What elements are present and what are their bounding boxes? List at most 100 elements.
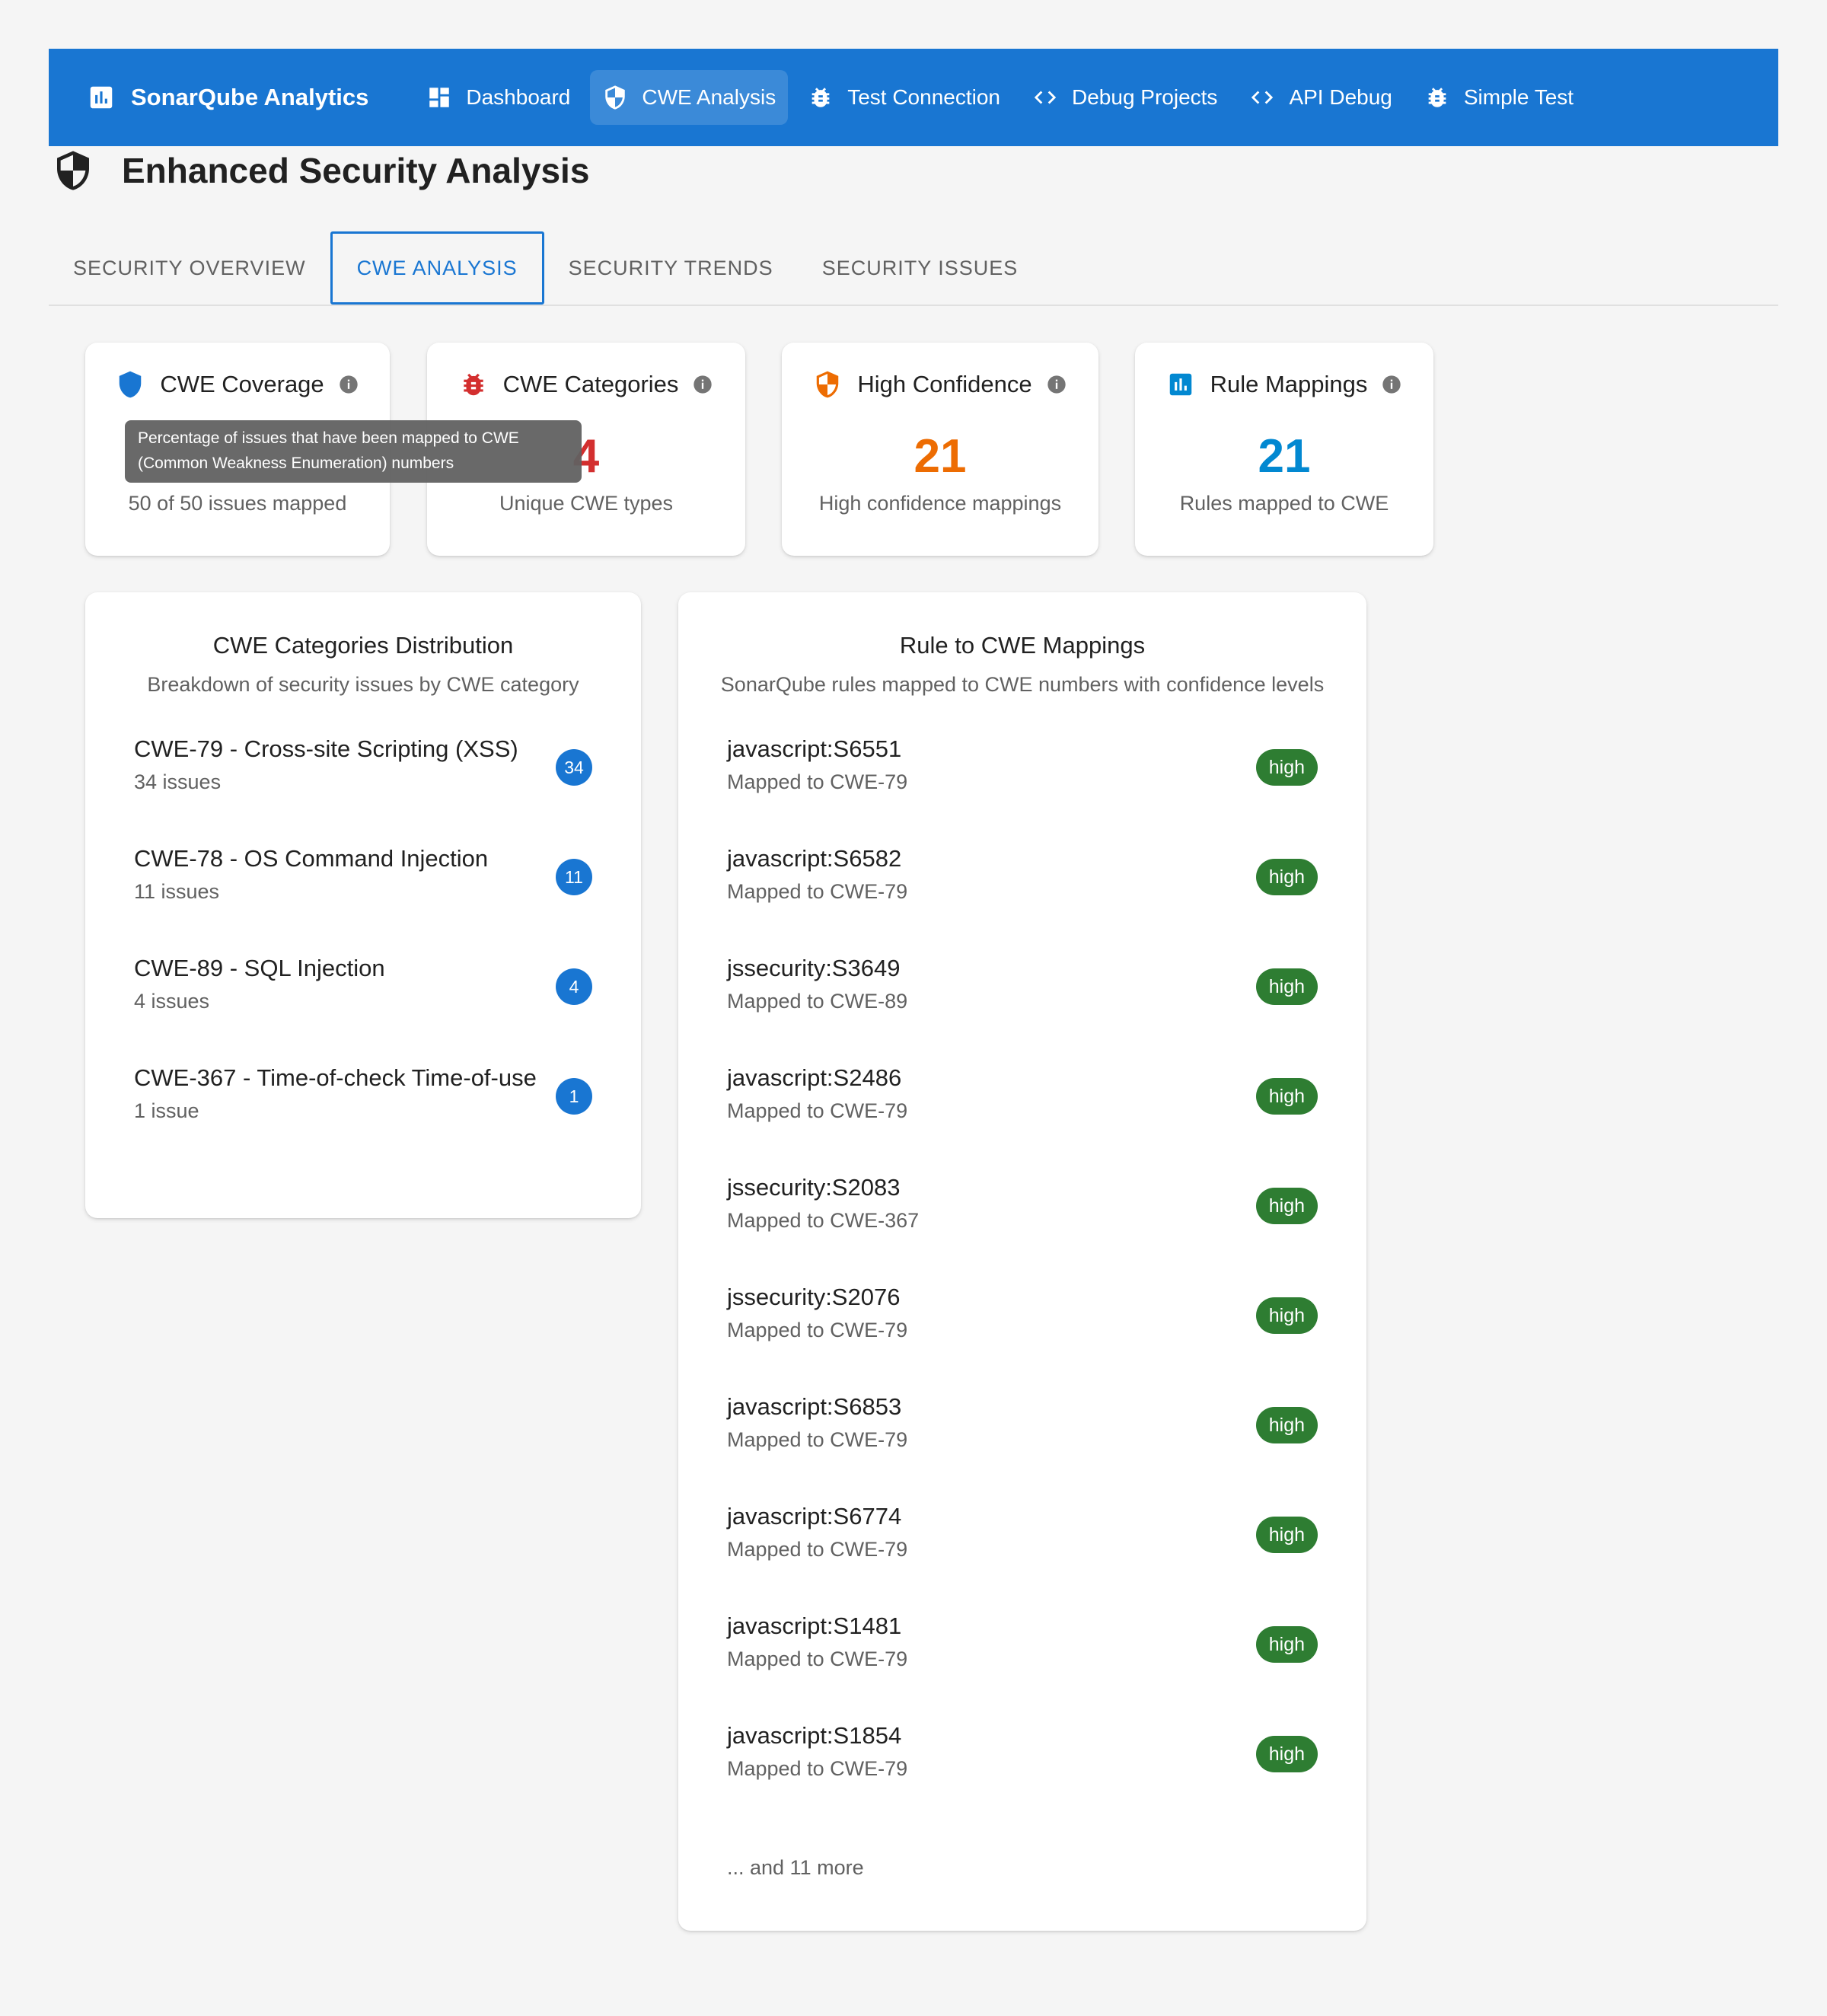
code-icon [1251,91,1274,104]
cwe-mapping: Mapped to CWE-89 [727,990,908,1013]
list-item[interactable]: jssecurity:S2076 Mapped to CWE-79 high [678,1284,1366,1393]
main-nav: Dashboard CWE Analysis Test Connection D… [414,70,1593,125]
nav-dashboard[interactable]: Dashboard [414,70,582,125]
tooltip-line: (Common Weakness Enumeration) numbers [138,455,454,472]
nav-simple-test[interactable]: Simple Test [1412,70,1586,125]
tab-security-issues[interactable]: SECURITY ISSUES [798,231,1043,305]
list-item[interactable]: jssecurity:S3649 Mapped to CWE-89 high [678,955,1366,1064]
list-item[interactable]: javascript:S6551 Mapped to CWE-79 high [678,735,1366,845]
cwe-mapping: Mapped to CWE-79 [727,1099,908,1122]
count-badge: 4 [556,968,592,1005]
panel-title: Rule to CWE Mappings [899,632,1146,659]
info-icon[interactable] [1381,374,1402,395]
confidence-chip: high [1255,859,1318,895]
nav-label: Test Connection [847,85,1000,109]
list-item[interactable]: CWE-367 - Time-of-check Time-of-use 1 is… [85,1064,641,1174]
cwe-name: CWE-78 - OS Command Injection [134,845,489,872]
cwe-mapping: Mapped to CWE-79 [727,880,908,903]
card-subtitle: High confidence mappings [818,492,1062,515]
shield-icon [605,85,626,110]
confidence-chip: high [1255,1626,1318,1663]
rule-key: javascript:S6582 [727,845,902,872]
tab-cwe-analysis[interactable]: CWE ANALYSIS [330,231,544,305]
info-icon[interactable] [338,374,359,395]
list-item[interactable]: CWE-79 - Cross-site Scripting (XSS) 34 i… [85,735,641,845]
rule-key: javascript:S1481 [727,1612,902,1639]
cwe-mapping: Mapped to CWE-79 [727,770,908,793]
brand[interactable]: SonarQube Analytics [87,83,368,112]
rule-key: javascript:S1854 [727,1722,902,1749]
nav-test-connection[interactable]: Test Connection [796,70,1012,125]
nav-api-debug[interactable]: API Debug [1237,70,1404,125]
panel-subtitle: Breakdown of security issues by CWE cate… [147,673,579,696]
card-title: CWE Categories [502,371,679,397]
nav-debug-projects[interactable]: Debug Projects [1020,70,1229,125]
cwe-name: CWE-367 - Time-of-check Time-of-use [134,1064,537,1091]
cwe-count: 11 issues [134,880,220,903]
card-header: CWE Categories [427,370,745,399]
rule-key: javascript:S6774 [727,1503,902,1530]
list-item[interactable]: javascript:S6774 Mapped to CWE-79 high [678,1503,1366,1612]
brand-title: SonarQube Analytics [131,84,369,110]
bug-icon [811,88,830,107]
confidence-chip: high [1255,1736,1318,1772]
list-item[interactable]: CWE-78 - OS Command Injection 11 issues … [85,845,641,955]
card-header: High Confidence [782,370,1098,399]
rule-key: javascript:S6853 [727,1393,902,1420]
cwe-name: CWE-89 - SQL Injection [134,955,385,981]
tab-bar: SECURITY OVERVIEW CWE ANALYSIS SECURITY … [49,231,1778,306]
list-item[interactable]: javascript:S1481 Mapped to CWE-79 high [678,1612,1366,1722]
cwe-mapping: Mapped to CWE-79 [727,1538,908,1561]
rule-key: javascript:S6551 [727,735,902,762]
count-badge: 1 [556,1078,592,1115]
cwe-distribution-panel: CWE Categories Distribution Breakdown of… [85,592,641,1218]
card-value: 21 [914,430,967,483]
rule-key: jssecurity:S2083 [727,1174,901,1201]
tooltip-line: Percentage of issues that have been mapp… [138,429,519,447]
card-header: Rule Mappings [1135,370,1433,399]
card-subtitle: 50 of 50 issues mapped [128,492,347,515]
cwe-mapping: Mapped to CWE-79 [727,1648,908,1670]
card-subtitle: Unique CWE types [499,492,674,515]
card-title: CWE Coverage [160,371,324,397]
panel-title: CWE Categories Distribution [212,632,514,659]
info-icon[interactable] [1046,374,1067,395]
list-item[interactable]: javascript:S6853 Mapped to CWE-79 high [678,1393,1366,1503]
list-item[interactable]: javascript:S2486 Mapped to CWE-79 high [678,1064,1366,1174]
cwe-count: 4 issues [134,990,210,1013]
card-title: Rule Mappings [1210,371,1368,397]
bug-icon [463,373,483,396]
cwe-mapping: Mapped to CWE-79 [727,1428,908,1451]
nav-label: Dashboard [466,85,571,109]
confidence-chip: high [1255,1297,1318,1334]
list-item[interactable]: javascript:S1854 Mapped to CWE-79 high [678,1722,1366,1832]
nav-label: CWE Analysis [642,85,776,109]
rule-key: javascript:S2486 [727,1064,902,1091]
cwe-list: CWE-79 - Cross-site Scripting (XSS) 34 i… [85,735,641,1174]
rule-mappings-panel: Rule to CWE Mappings SonarQube rules map… [678,592,1366,1931]
cwe-mapping: Mapped to CWE-367 [727,1209,920,1232]
rule-key: jssecurity:S3649 [727,955,901,981]
card-value: 21 [1258,430,1311,483]
confidence-chip: high [1255,1517,1318,1553]
rule-key: jssecurity:S2076 [727,1284,901,1310]
list-item[interactable]: jssecurity:S2083 Mapped to CWE-367 high [678,1174,1366,1284]
bar-chart-icon [90,86,113,109]
panel-subtitle: SonarQube rules mapped to CWE numbers wi… [720,673,1325,696]
code-icon [1034,91,1057,104]
cwe-mapping: Mapped to CWE-79 [727,1757,908,1780]
tab-security-trends[interactable]: SECURITY TRENDS [544,231,798,305]
tab-security-overview[interactable]: SECURITY OVERVIEW [49,231,330,305]
page-title: Enhanced Security Analysis [122,151,590,190]
high-confidence-card: High Confidence 21 High confidence mappi… [782,343,1098,556]
list-item[interactable]: javascript:S6582 Mapped to CWE-79 high [678,845,1366,955]
coverage-tooltip: Percentage of issues that have been mapp… [125,420,582,483]
nav-cwe-analysis[interactable]: CWE Analysis [590,70,789,125]
count-badge: 11 [556,859,592,895]
cwe-count: 1 issue [134,1099,199,1122]
info-icon[interactable] [692,374,713,395]
confidence-chip: high [1255,1078,1318,1115]
security-shield-icon [57,151,89,190]
list-item[interactable]: CWE-89 - SQL Injection 4 issues 4 [85,955,641,1064]
confidence-chip: high [1255,1188,1318,1224]
